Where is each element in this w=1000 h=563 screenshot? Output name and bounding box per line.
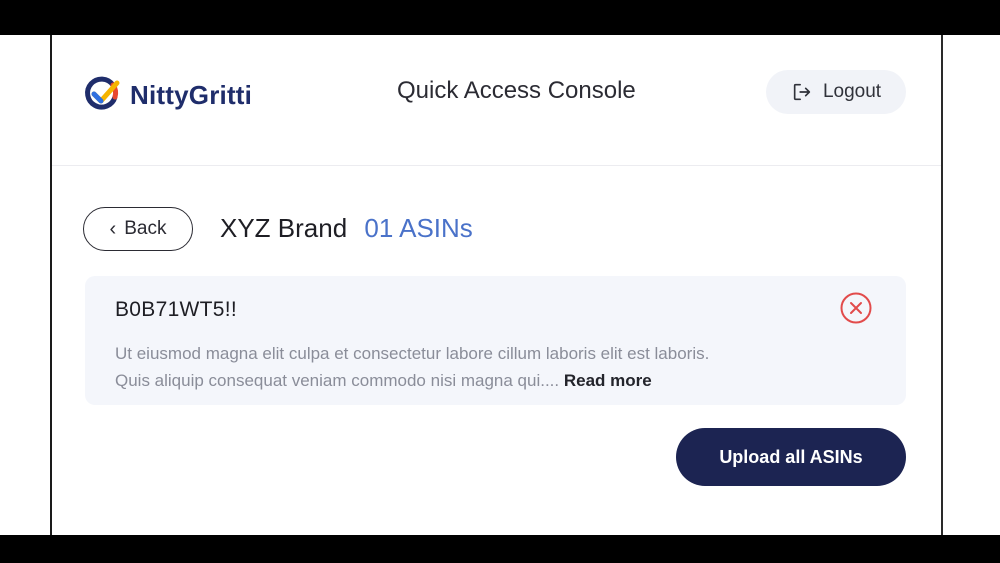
logout-button[interactable]: Logout xyxy=(766,70,906,114)
letterbox-top xyxy=(0,0,1000,35)
check-logo-icon xyxy=(85,76,120,110)
asin-count: 01 ASINs xyxy=(364,213,473,243)
chevron-left-icon: ‹ xyxy=(109,217,117,240)
screen-edge-right xyxy=(941,35,943,535)
asin-error-card: B0B71WT5!! Ut eiusmod magna elit culpa e… xyxy=(85,276,906,405)
back-button[interactable]: ‹ Back xyxy=(83,207,193,251)
app-header: NittyGritti Quick Access Console Logout xyxy=(52,35,941,166)
brand-name: NittyGritti xyxy=(130,79,253,110)
close-circle-icon[interactable] xyxy=(839,291,873,325)
read-more-link[interactable]: Read more xyxy=(564,371,652,390)
logout-icon xyxy=(793,83,811,101)
description-line-2: Quis aliquip consequat veniam commodo ni… xyxy=(115,371,560,390)
letterbox-bottom xyxy=(0,535,1000,563)
logout-label: Logout xyxy=(822,81,882,102)
back-label: Back xyxy=(124,218,167,239)
app-screen: NittyGritti Quick Access Console Logout … xyxy=(52,35,941,535)
brand-title: XYZ Brand xyxy=(220,213,348,243)
asin-error-description: Ut eiusmod magna elit culpa et consectet… xyxy=(115,340,875,394)
upload-all-asins-button[interactable]: Upload all ASINs xyxy=(676,428,906,486)
description-line-1: Ut eiusmod magna elit culpa et consectet… xyxy=(115,344,710,363)
brand-logo[interactable]: NittyGritti xyxy=(82,75,252,115)
console-title: Quick Access Console xyxy=(397,77,636,104)
margin-right xyxy=(941,35,1000,535)
page-title: XYZ Brand 01 ASINs xyxy=(220,213,473,244)
asin-id: B0B71WT5!! xyxy=(115,298,238,321)
margin-left xyxy=(0,35,50,535)
